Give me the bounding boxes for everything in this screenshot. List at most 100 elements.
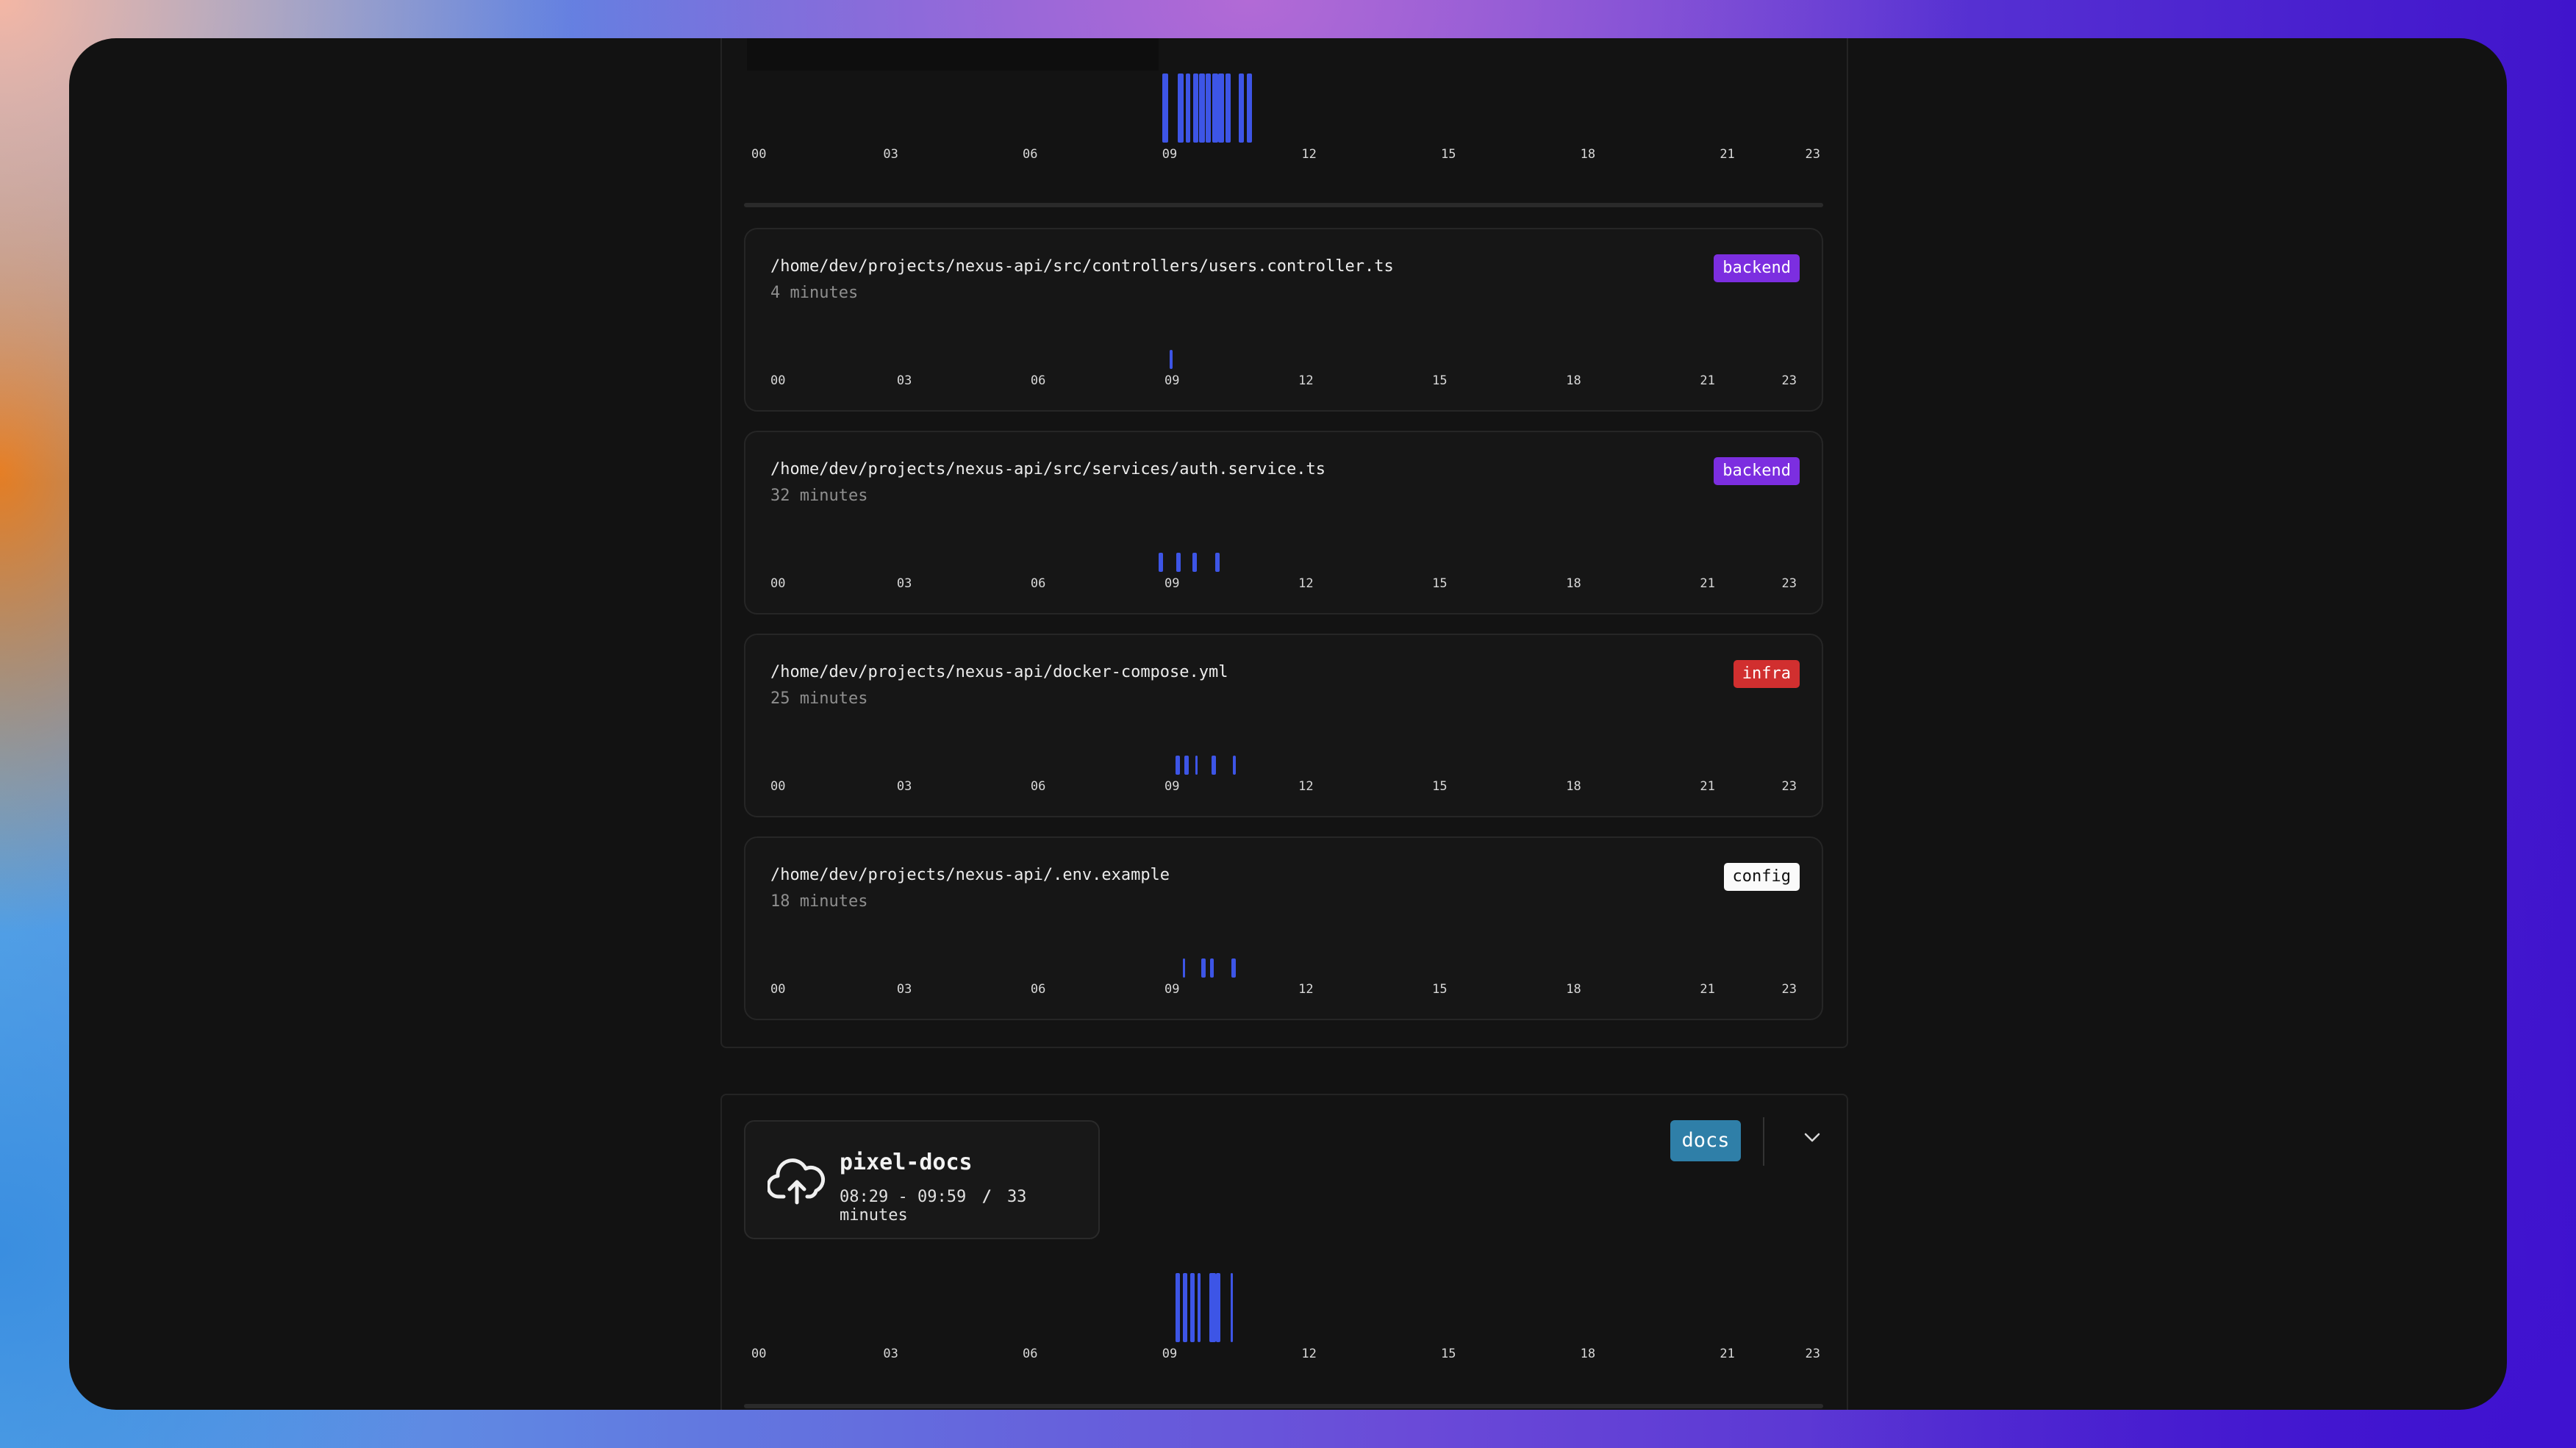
hour-tick-18: 18 [1566,982,1581,997]
hour-tick-00: 00 [770,779,786,794]
file-path: /home/dev/projects/nexus-api/src/control… [770,257,1394,276]
activity-bar [1197,1273,1201,1342]
hour-tick-18: 18 [1580,1347,1596,1361]
file-duration: 32 minutes [770,487,868,505]
activity-bar [1209,1273,1216,1342]
hour-tick-15: 15 [1432,982,1448,997]
activity-bar [1215,553,1220,572]
activity-bar [1162,74,1169,143]
project-timeline: 00 03 06 09 12 15 18 21 23 [751,74,1820,162]
hour-tick-15: 15 [1441,147,1456,162]
hour-axis: 00 03 06 09 12 15 18 21 23 [770,982,1797,997]
activity-bar [1201,958,1206,978]
app-window: 00 03 06 09 12 15 18 21 23 /home/dev/projects/ne… [69,38,2507,1410]
activity-bar [1159,553,1164,572]
hour-tick-00: 00 [770,373,786,388]
activity-bar [1211,756,1216,775]
meta-separator: / [981,1188,992,1206]
section-divider [744,203,1823,207]
hour-tick-21: 21 [1720,147,1735,162]
hour-tick-00: 00 [770,576,786,591]
hour-tick-06: 06 [1023,147,1038,162]
file-path: /home/dev/projects/nexus-api/.env.exampl… [770,866,1170,884]
activity-bar [1246,74,1253,143]
hour-tick-03: 03 [883,147,898,162]
hour-tick-21: 21 [1700,982,1715,997]
activity-bar [1216,1273,1221,1342]
project-timeline: 00 03 06 09 12 15 18 21 23 [751,1273,1820,1361]
file-timeline: 00 03 06 09 12 15 18 21 23 [770,542,1797,591]
hour-tick-12: 12 [1298,576,1314,591]
file-card[interactable]: /home/dev/projects/nexus-api/docker-comp… [744,634,1823,817]
hour-tick-03: 03 [896,779,912,794]
tag-badge[interactable]: backend [1714,254,1800,282]
activity-bar [1178,74,1184,143]
activity-bar [1176,756,1181,775]
hour-axis: 00 03 06 09 12 15 18 21 23 [770,779,1797,794]
header-divider [1763,1117,1764,1166]
hour-tick-09: 09 [1164,373,1180,388]
activity-bar [1182,1273,1187,1342]
hour-tick-23: 23 [1781,373,1797,388]
tag-badge[interactable]: infra [1733,660,1800,688]
hour-tick-09: 09 [1164,779,1180,794]
file-path: /home/dev/projects/nexus-api/src/service… [770,460,1325,479]
tag-badge-docs[interactable]: docs [1670,1120,1741,1161]
file-timeline: 00 03 06 09 12 15 18 21 23 [770,745,1797,794]
activity-bar [1199,74,1205,143]
tag-badge[interactable]: backend [1714,457,1800,485]
file-card[interactable]: /home/dev/projects/nexus-api/src/control… [744,228,1823,412]
project-time-range: 08:29 - 09:59 [840,1188,967,1206]
hour-tick-12: 12 [1301,1347,1317,1361]
hour-tick-03: 03 [896,576,912,591]
file-duration: 25 minutes [770,689,868,708]
hour-tick-18: 18 [1566,779,1581,794]
hour-tick-12: 12 [1298,373,1314,388]
hour-tick-15: 15 [1441,1347,1456,1361]
file-path: /home/dev/projects/nexus-api/docker-comp… [770,663,1228,681]
tag-badge[interactable]: config [1723,863,1800,891]
cloud-upload-icon [768,1158,826,1205]
activity-bar [1192,74,1199,143]
project-name: pixel-docs [840,1150,973,1175]
file-duration: 18 minutes [770,892,868,911]
activity-bar [1195,756,1198,775]
hour-axis: 00 03 06 09 12 15 18 21 23 [770,576,1797,591]
activity-bar [1218,74,1224,143]
hour-tick-00: 00 [751,147,767,162]
project-header-card[interactable]: pixel-docs 08:29 - 09:59 / 33 minutes [744,1120,1100,1239]
hour-tick-21: 21 [1700,576,1715,591]
section-divider [744,1404,1823,1408]
hour-axis: 00 03 06 09 12 15 18 21 23 [751,1347,1820,1361]
file-card[interactable]: /home/dev/projects/nexus-api/src/service… [744,431,1823,614]
hour-tick-18: 18 [1566,373,1581,388]
hour-tick-06: 06 [1030,373,1046,388]
hour-tick-06: 06 [1030,779,1046,794]
activity-bar [1225,74,1231,143]
hour-tick-23: 23 [1781,982,1797,997]
hour-tick-03: 03 [896,982,912,997]
activity-bar [1212,74,1218,143]
hour-tick-23: 23 [1805,1347,1820,1361]
hour-tick-00: 00 [751,1347,767,1361]
activity-bar [1209,958,1214,978]
hour-tick-21: 21 [1720,1347,1735,1361]
hour-tick-18: 18 [1580,147,1596,162]
hour-tick-09: 09 [1164,982,1180,997]
hour-tick-09: 09 [1162,1347,1178,1361]
hour-tick-03: 03 [883,1347,898,1361]
activity-bar [1175,1273,1180,1342]
activity-bar [1183,958,1186,978]
file-card[interactable]: /home/dev/projects/nexus-api/.env.exampl… [744,836,1823,1020]
chevron-down-icon[interactable] [1801,1126,1823,1148]
hour-tick-09: 09 [1162,147,1178,162]
hour-tick-23: 23 [1805,147,1820,162]
hour-tick-21: 21 [1700,779,1715,794]
hour-tick-12: 12 [1298,982,1314,997]
activity-bar [1206,74,1211,143]
activity-bar [1184,756,1189,775]
hour-tick-12: 12 [1301,147,1317,162]
activity-bar [1233,756,1237,775]
file-timeline: 00 03 06 09 12 15 18 21 23 [770,948,1797,997]
file-timeline: 00 03 06 09 12 15 18 21 23 [770,340,1797,388]
